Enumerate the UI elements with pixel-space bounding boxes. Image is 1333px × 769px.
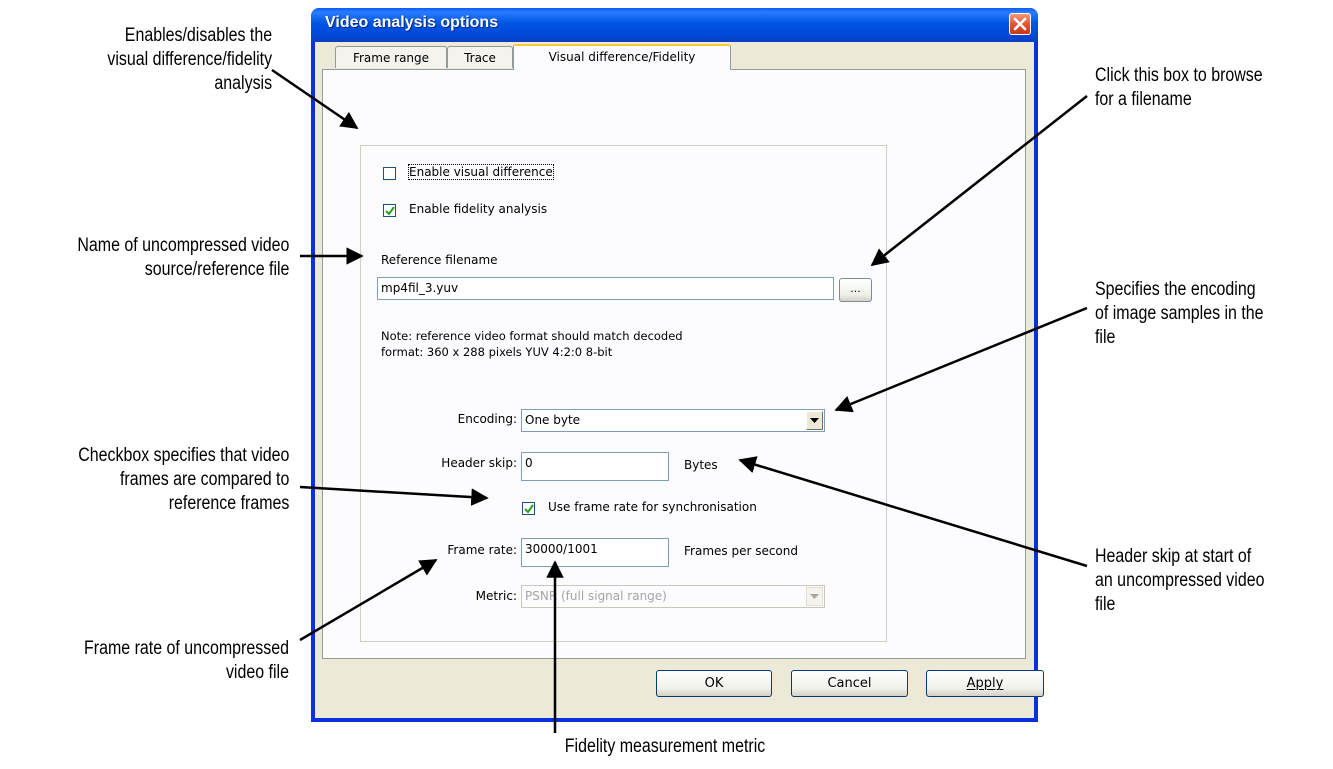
annotation-line: frames are compared to (119, 469, 290, 490)
enable-fidelity-analysis-checkbox[interactable] (383, 204, 396, 217)
dropdown-arrow-button (806, 587, 823, 606)
annotation-line: file (1095, 594, 1116, 615)
frame-rate-unit: Frames per second (684, 544, 798, 558)
use-frame-rate-checkbox[interactable] (522, 502, 535, 515)
annotation-line: visual difference/fidelity (107, 49, 272, 70)
title-bar[interactable]: Video analysis options (311, 8, 1038, 42)
close-icon (1013, 17, 1027, 31)
dialog-client-area: Frame range Trace Visual difference/Fide… (315, 42, 1044, 718)
annotation-frame-rate: Frame rate of uncompressed video file (84, 637, 289, 685)
enable-visual-difference-checkbox[interactable] (383, 167, 396, 180)
annotation-checkbox-sync: Checkbox specifies that video frames are… (78, 444, 289, 516)
encoding-value: One byte (525, 413, 581, 427)
encoding-select[interactable]: One byte (521, 409, 825, 432)
dialog-title: Video analysis options (325, 14, 499, 31)
apply-label: Apply (966, 676, 1004, 691)
tab-visual-difference-fidelity[interactable]: Visual difference/Fidelity (513, 44, 731, 70)
checkmark-icon (524, 504, 534, 514)
annotation-line: Click this box to browse (1095, 65, 1263, 86)
annotation-line: Frame rate of uncompressed (84, 638, 289, 659)
cancel-button[interactable]: Cancel (791, 670, 908, 697)
frame-rate-input[interactable]: 30000/1001 (521, 538, 669, 567)
tab-label: Visual difference/Fidelity (548, 50, 696, 64)
apply-button[interactable]: Apply (926, 670, 1044, 697)
annotation-line: an uncompressed video (1095, 570, 1265, 591)
annotation-line: reference frames (168, 493, 289, 514)
video-analysis-dialog: Video analysis options Frame range Trace… (311, 8, 1044, 722)
annotation-line: source/reference file (144, 259, 289, 280)
checkmark-icon (385, 206, 395, 216)
annotation-line: Header skip at start of (1095, 546, 1252, 567)
frame-rate-label: Frame rate: (447, 543, 517, 557)
annotation-line: for a filename (1095, 89, 1192, 110)
chevron-down-icon (810, 418, 819, 423)
annotation-encoding: Specifies the encoding of image samples … (1095, 278, 1264, 350)
annotation-line: of image samples in the (1095, 303, 1264, 324)
reference-filename-label: Reference filename (381, 253, 498, 267)
encoding-label: Encoding: (457, 412, 517, 426)
tab-panel: Enable visual difference Enable fidelity… (322, 69, 1026, 659)
tab-frame-range[interactable]: Frame range (335, 46, 447, 68)
header-skip-input[interactable]: 0 (521, 452, 669, 481)
reference-filename-input[interactable]: mp4fil_3.yuv (377, 277, 834, 300)
annotation-metric: Fidelity measurement metric (543, 735, 787, 759)
browse-button[interactable]: ... (839, 278, 872, 302)
header-skip-label: Header skip: (441, 456, 517, 470)
chevron-down-icon (810, 594, 819, 599)
annotation-line: Checkbox specifies that video (77, 445, 289, 466)
annotation-line: analysis (214, 73, 272, 94)
annotation-enable-toggle: Enables/disables the visual difference/f… (107, 24, 272, 96)
annotation-header-skip: Header skip at start of an uncompressed … (1095, 545, 1264, 617)
metric-value: PSNR (full signal range) (525, 589, 667, 603)
use-frame-rate-label[interactable]: Use frame rate for synchronisation (548, 500, 757, 514)
annotation-line: Enables/disables the (124, 25, 273, 46)
note-line-1: Note: reference video format should matc… (381, 329, 683, 343)
annotation-line: video file (226, 662, 289, 683)
ok-button[interactable]: OK (656, 670, 772, 697)
enable-visual-difference-label[interactable]: Enable visual difference (408, 164, 554, 180)
enable-fidelity-analysis-label[interactable]: Enable fidelity analysis (409, 202, 547, 216)
annotation-line: Specifies the encoding (1095, 279, 1256, 300)
annotation-line: Name of uncompressed video (76, 235, 289, 256)
metric-select: PSNR (full signal range) (521, 585, 825, 608)
close-button[interactable] (1009, 13, 1031, 35)
annotation-browse: Click this box to browse for a filename (1095, 64, 1263, 112)
header-skip-unit: Bytes (684, 458, 718, 472)
annotation-line: Fidelity measurement metric (564, 736, 766, 757)
fidelity-group-box: Enable visual difference Enable fidelity… (360, 145, 887, 642)
tab-trace[interactable]: Trace (447, 46, 513, 68)
tab-label: Frame range (352, 51, 430, 65)
note-line-2: format: 360 x 288 pixels YUV 4:2:0 8-bit (381, 345, 613, 359)
annotation-line: file (1095, 327, 1116, 348)
dropdown-arrow-button[interactable] (806, 411, 823, 430)
tab-label: Trace (464, 51, 496, 65)
metric-label: Metric: (475, 589, 517, 603)
annotation-reference-name: Name of uncompressed video source/refere… (77, 234, 289, 282)
